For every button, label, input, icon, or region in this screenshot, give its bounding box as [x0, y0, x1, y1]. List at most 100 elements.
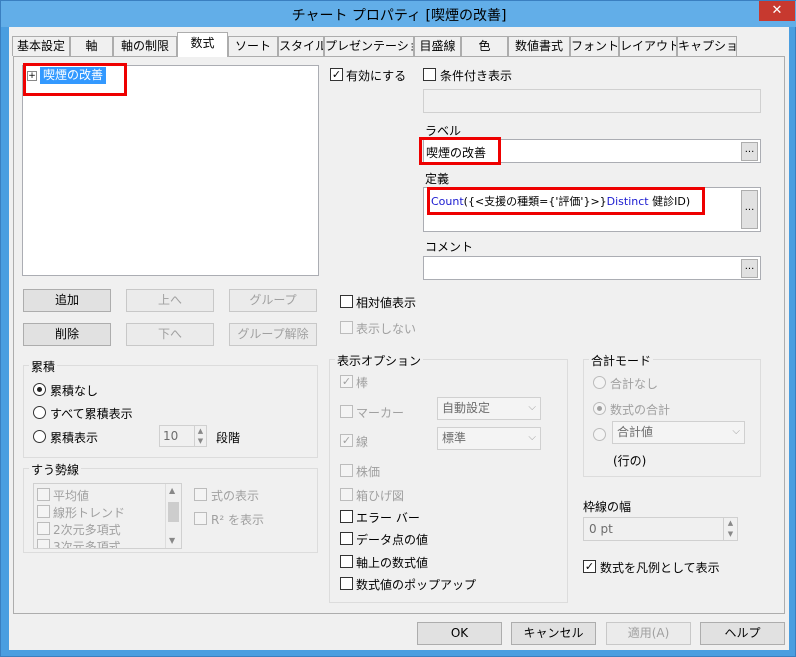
full-accumulation-label: すべて累積表示	[50, 407, 133, 421]
chevron-down-icon: ⌵	[528, 432, 536, 443]
values-on-axis-label: 軸上の数式値	[356, 556, 429, 570]
invisible-checkbox[interactable]	[340, 321, 353, 334]
group-button[interactable]: グループ	[229, 289, 317, 312]
relative-label: 相対値表示	[356, 296, 417, 310]
conditional-label: 条件付き表示	[440, 69, 513, 83]
chevron-down-icon: ⌵	[732, 426, 740, 437]
move-up-button[interactable]: 上へ	[126, 289, 214, 312]
chevron-down-icon: ⌵	[528, 402, 536, 413]
apply-button[interactable]: 適用(A)	[606, 622, 691, 645]
trendlines-scrollbar[interactable]: ▲ ▼	[165, 484, 181, 548]
enable-checkbox[interactable]: ✓	[330, 68, 343, 81]
line-checkbox[interactable]: ✓	[340, 434, 353, 447]
no-accumulation-label: 累積なし	[50, 384, 99, 398]
tab-dimension-limits[interactable]: 軸の制限	[113, 36, 177, 56]
total-value-radio[interactable]	[593, 428, 606, 441]
total-none-radio[interactable]	[593, 376, 606, 389]
delete-button[interactable]: 削除	[23, 323, 111, 346]
bar-checkbox[interactable]: ✓	[340, 375, 353, 388]
step-accumulation-radio[interactable]	[33, 430, 46, 443]
marker-checkbox[interactable]	[340, 405, 353, 418]
box-plot-checkbox[interactable]	[340, 488, 353, 501]
values-on-axis-checkbox[interactable]	[340, 555, 353, 568]
ungroup-button[interactable]: グループ解除	[229, 323, 317, 346]
highlight-box	[427, 187, 705, 215]
stock-checkbox[interactable]	[340, 464, 353, 477]
legend-label: 数式を凡例として表示	[600, 561, 720, 575]
tab-general[interactable]: 基本設定	[12, 36, 70, 56]
accumulation-title: 累積	[29, 358, 58, 375]
scroll-thumb[interactable]	[168, 502, 179, 522]
trendlines-title: すう勢線	[29, 461, 82, 478]
show-r2-checkbox[interactable]	[194, 512, 207, 525]
tab-number[interactable]: 数値書式	[508, 36, 570, 56]
tab-presentation[interactable]: プレゼンテーション	[324, 36, 414, 56]
tab-caption[interactable]: キャプション	[677, 36, 737, 56]
display-options-title: 表示オプション	[335, 352, 424, 369]
popup-checkbox[interactable]	[340, 577, 353, 590]
close-button[interactable]: ✕	[759, 1, 795, 21]
values-on-points-checkbox[interactable]	[340, 532, 353, 545]
line-select-value: 標準	[442, 431, 467, 445]
title-bar[interactable]: チャート プロパティ [喫煙の改善] ✕	[1, 1, 796, 27]
no-accumulation-radio[interactable]	[33, 383, 46, 396]
tab-axes[interactable]: 目盛線	[414, 36, 461, 56]
conditional-checkbox[interactable]	[423, 68, 436, 81]
popup-label: 数式値のポップアップ	[356, 578, 477, 592]
scroll-up-icon[interactable]: ▲	[169, 486, 175, 495]
tab-layout[interactable]: レイアウト	[619, 36, 677, 56]
trendline-checkbox[interactable]	[37, 488, 50, 501]
move-down-button[interactable]: 下へ	[126, 323, 214, 346]
trendlines-list[interactable]: 平均値 線形トレンド 2次元多項式 3次元多項式 ▲ ▼	[33, 483, 182, 549]
line-select[interactable]: 標準 ⌵	[437, 427, 541, 450]
expression-tree[interactable]	[22, 65, 319, 276]
show-equation-checkbox[interactable]	[194, 488, 207, 501]
definition-title: 定義	[425, 172, 450, 186]
cancel-button[interactable]: キャンセル	[511, 622, 596, 645]
trendline-checkbox[interactable]	[37, 522, 50, 535]
border-width-spinner[interactable]: ▲ ▼	[723, 518, 737, 540]
trendline-checkbox[interactable]	[37, 539, 50, 548]
label-edit-button[interactable]: ...	[741, 142, 758, 161]
tab-expressions[interactable]: 数式	[177, 32, 228, 57]
total-none-label: 合計なし	[610, 377, 659, 391]
bar-label: 棒	[356, 376, 369, 390]
step-accumulation-label: 累積表示	[50, 431, 99, 445]
ok-button[interactable]: OK	[417, 622, 502, 645]
rows-label: (行の)	[613, 454, 647, 468]
invisible-label: 表示しない	[356, 322, 417, 336]
condition-input	[423, 89, 761, 113]
scroll-down-icon[interactable]: ▼	[169, 536, 175, 545]
error-bars-checkbox[interactable]	[340, 510, 353, 523]
tab-dimensions[interactable]: 軸	[70, 36, 113, 56]
full-accumulation-radio[interactable]	[33, 406, 46, 419]
total-sum-radio[interactable]	[593, 402, 606, 415]
tab-font[interactable]: フォント	[570, 36, 619, 56]
add-button[interactable]: 追加	[23, 289, 111, 312]
trendline-item: 3次元多項式	[53, 540, 121, 549]
chart-properties-window: チャート プロパティ [喫煙の改善] ✕ 基本設定 軸 軸の制限 数式 ソート …	[0, 0, 796, 657]
error-bars-label: エラー バー	[356, 511, 420, 525]
legend-checkbox[interactable]: ✓	[583, 560, 596, 573]
trendline-checkbox[interactable]	[37, 505, 50, 518]
trendline-item: 平均値	[53, 489, 90, 503]
tab-style[interactable]: スタイル	[278, 36, 324, 56]
definition-edit-button[interactable]: ...	[741, 190, 758, 229]
trendline-item: 線形トレンド	[53, 506, 126, 520]
help-button[interactable]: ヘルプ	[700, 622, 785, 645]
tab-sort[interactable]: ソート	[228, 36, 278, 56]
enable-label: 有効にする	[346, 69, 407, 83]
marker-label: マーカー	[356, 406, 405, 420]
trendline-item: 2次元多項式	[53, 523, 121, 537]
relative-checkbox[interactable]	[340, 295, 353, 308]
total-value-select-value: 合計値	[617, 425, 654, 439]
total-value-select[interactable]: 合計値 ⌵	[612, 421, 745, 444]
border-width-input[interactable]: 0 pt	[583, 517, 738, 541]
marker-select-value: 自動設定	[442, 401, 491, 415]
comment-edit-button[interactable]: ...	[741, 259, 758, 278]
steps-spinner[interactable]: ▲ ▼	[194, 426, 206, 446]
tab-colors[interactable]: 色	[461, 36, 508, 56]
comment-input[interactable]	[423, 256, 761, 280]
marker-select[interactable]: 自動設定 ⌵	[437, 397, 541, 420]
dialog-client: 基本設定 軸 軸の制限 数式 ソート スタイル プレゼンテーション 目盛線 色 …	[9, 27, 789, 650]
